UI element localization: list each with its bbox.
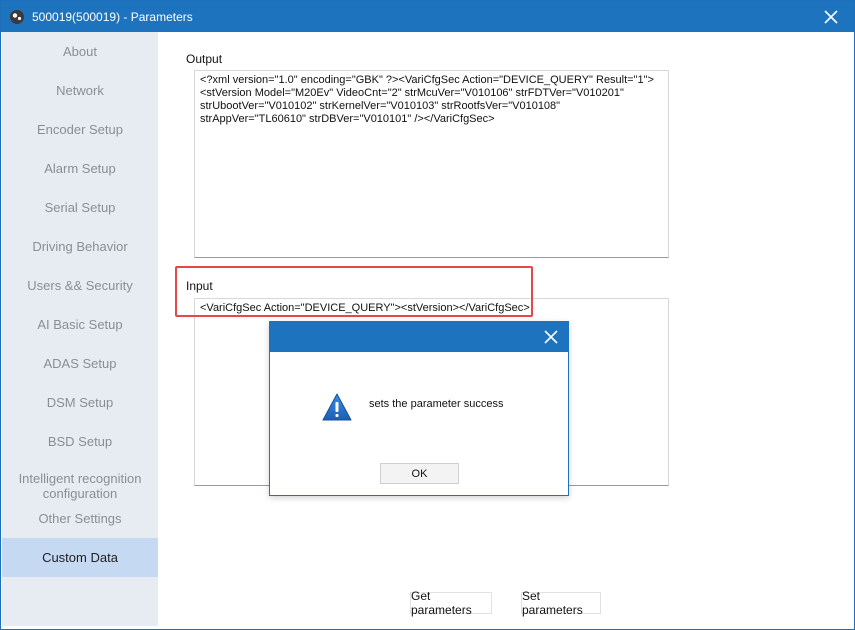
output-line: <stVersion Model="M20Ev" VideoCnt="2" st… bbox=[200, 87, 624, 99]
output-label: Output bbox=[186, 52, 223, 66]
sidebar-item-about[interactable]: About bbox=[2, 32, 158, 71]
sidebar-item-users-security[interactable]: Users && Security bbox=[2, 266, 158, 305]
sidebar-item-network[interactable]: Network bbox=[2, 71, 158, 110]
set-parameters-button[interactable]: Set parameters bbox=[521, 589, 601, 617]
warning-icon bbox=[322, 393, 352, 421]
sidebar-item-encoder-setup[interactable]: Encoder Setup bbox=[2, 110, 158, 149]
sidebar-item-driving-behavior[interactable]: Driving Behavior bbox=[2, 227, 158, 266]
sidebar-item-ai-basic-setup[interactable]: AI Basic Setup bbox=[2, 305, 158, 344]
app-icon bbox=[10, 9, 24, 24]
ok-button[interactable]: OK bbox=[380, 463, 459, 484]
window-title: 500019(500019) - Parameters bbox=[32, 9, 193, 24]
close-icon bbox=[824, 9, 838, 24]
sidebar: About Network Encoder Setup Alarm Setup … bbox=[2, 32, 158, 626]
annotation-highlight-box bbox=[175, 266, 533, 317]
sidebar-item-serial-setup[interactable]: Serial Setup bbox=[2, 188, 158, 227]
message-dialog: sets the parameter success OK bbox=[269, 321, 569, 496]
title-bar: 500019(500019) - Parameters bbox=[1, 1, 854, 32]
sidebar-item-dsm-setup[interactable]: DSM Setup bbox=[2, 383, 158, 422]
output-textbox[interactable]: <?xml version="1.0" encoding="GBK" ?><Va… bbox=[194, 70, 669, 258]
close-icon bbox=[544, 330, 558, 344]
sidebar-item-adas-setup[interactable]: ADAS Setup bbox=[2, 344, 158, 383]
parameters-window: 500019(500019) - Parameters About Networ… bbox=[0, 0, 855, 630]
sidebar-item-alarm-setup[interactable]: Alarm Setup bbox=[2, 149, 158, 188]
dialog-message: sets the parameter success bbox=[369, 398, 504, 410]
output-line: strUbootVer="V010102" strKernelVer="V010… bbox=[200, 100, 561, 112]
output-line: strAppVer="TL60610" strDBVer="V010101" /… bbox=[200, 113, 495, 125]
window-close-button[interactable] bbox=[808, 1, 854, 32]
sidebar-item-other-settings[interactable]: Other Settings bbox=[2, 499, 158, 538]
dialog-close-button[interactable] bbox=[534, 322, 568, 352]
sidebar-item-bsd-setup[interactable]: BSD Setup bbox=[2, 422, 158, 461]
output-line: <?xml version="1.0" encoding="GBK" ?><Va… bbox=[200, 74, 654, 86]
dialog-title-bar bbox=[270, 322, 568, 352]
sidebar-item-custom-data[interactable]: Custom Data bbox=[2, 538, 158, 577]
get-parameters-button[interactable]: Get parameters bbox=[410, 589, 492, 617]
